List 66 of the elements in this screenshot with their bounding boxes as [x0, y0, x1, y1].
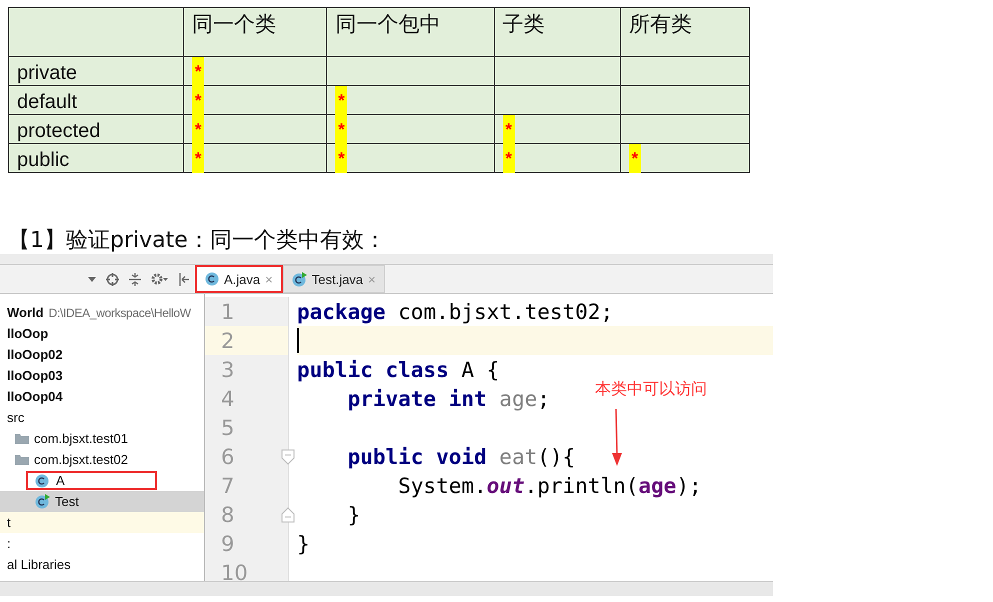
- hide-icon[interactable]: [179, 272, 189, 286]
- runnable-class-icon: [292, 272, 307, 286]
- tree-item[interactable]: t: [0, 512, 204, 533]
- tree-item[interactable]: :: [0, 533, 204, 554]
- tree-item[interactable]: Test: [0, 491, 204, 512]
- tree-item[interactable]: lloOop: [0, 323, 204, 344]
- line-number: 5: [220, 416, 236, 440]
- caret-icon[interactable]: [88, 276, 96, 282]
- row-label: private: [8, 56, 184, 86]
- access-mark: *: [502, 144, 515, 173]
- class-icon: [205, 272, 219, 286]
- collapse-icon[interactable]: [129, 272, 141, 286]
- line-number: 4: [220, 386, 236, 410]
- folder-icon: [15, 433, 29, 444]
- code-line: }: [346, 502, 360, 526]
- column-header: 所有类: [620, 8, 750, 56]
- access-mark: *: [192, 115, 204, 144]
- code-line: private int age;: [346, 386, 550, 410]
- annotation-arrow: [610, 409, 624, 467]
- code-line: public void eat(){: [346, 444, 576, 468]
- target-icon[interactable]: [106, 272, 119, 286]
- line-number: 9: [220, 532, 236, 556]
- access-mark: *: [192, 144, 204, 173]
- code-line: }: [297, 532, 310, 556]
- tree-item[interactable]: com.bjsxt.test02: [0, 449, 204, 470]
- line-number: 3: [220, 358, 236, 382]
- settings-icon[interactable]: [151, 273, 169, 285]
- editor-tab[interactable]: A.java ×: [195, 265, 283, 293]
- line-number: 2: [220, 328, 236, 352]
- line-number: 8: [205, 502, 288, 526]
- tree-item[interactable]: lloOop04: [0, 386, 204, 407]
- tree-item[interactable]: A: [0, 470, 204, 491]
- code-line: public class A {: [297, 358, 500, 382]
- tree-item[interactable]: src: [0, 407, 204, 428]
- folder-icon: [15, 454, 29, 465]
- access-mark: *: [335, 144, 348, 173]
- access-mark: *: [628, 144, 641, 173]
- column-header: 同一个类: [184, 8, 327, 56]
- row-label: protected: [8, 114, 184, 144]
- row-label: public: [8, 144, 184, 172]
- annotation-text: 本类中可以访问: [595, 379, 707, 400]
- class-icon: [35, 474, 49, 488]
- column-header: 子类: [494, 8, 620, 56]
- line-number: 6: [205, 444, 288, 468]
- line-number: 10: [220, 560, 249, 584]
- tree-item[interactable]: lloOop02: [0, 344, 204, 365]
- row-label: default: [8, 86, 184, 114]
- column-header: 同一个包中: [326, 8, 494, 56]
- access-mark: *: [502, 115, 515, 144]
- project-path: D:\IDEA_workspace\HelloW: [48, 306, 191, 320]
- code-line: System.out.println(age);: [397, 474, 702, 498]
- tree-item[interactable]: lloOop03: [0, 365, 204, 386]
- access-mark: *: [192, 86, 204, 115]
- tree-item[interactable]: World D:\IDEA_workspace\HelloW: [0, 302, 204, 323]
- line-number: 7: [220, 474, 236, 498]
- access-mark: *: [335, 115, 348, 144]
- editor-tab[interactable]: Test.java ×: [282, 265, 385, 293]
- section-heading: 【1】验证private：同一个类中有效：: [8, 228, 387, 254]
- access-mark: *: [192, 57, 204, 86]
- text-cursor: [297, 328, 299, 353]
- line-number: 1: [220, 300, 236, 324]
- tree-item[interactable]: al Libraries: [0, 554, 204, 575]
- runnable-class-icon: [35, 494, 50, 509]
- tree-item[interactable]: com.bjsxt.test01: [0, 428, 204, 449]
- access-mark: *: [335, 86, 348, 115]
- code-line: package com.bjsxt.test02;: [297, 300, 614, 324]
